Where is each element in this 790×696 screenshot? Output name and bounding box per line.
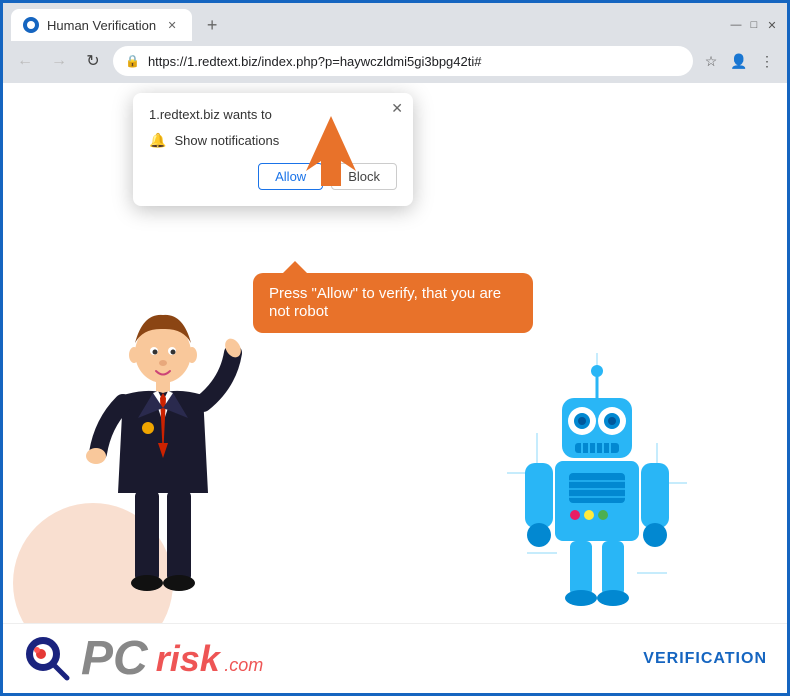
maximize-button[interactable]: □: [747, 18, 761, 32]
logo-pc-text: PC: [81, 635, 148, 683]
minimize-button[interactable]: —: [729, 18, 743, 32]
url-bar[interactable]: 🔒 https://1.redtext.biz/index.php?p=hayw…: [113, 46, 693, 76]
robot-svg: [507, 353, 687, 633]
browser-frame: Human Verification ✕ + — □ ✕ ← → ↻ 🔒 htt…: [3, 3, 787, 693]
lock-icon: 🔒: [125, 54, 140, 68]
url-text: https://1.redtext.biz/index.php?p=haywcz…: [148, 54, 681, 69]
profile-icon[interactable]: 👤: [727, 49, 751, 73]
forward-button[interactable]: →: [45, 47, 73, 75]
logo-risk-text: risk: [156, 638, 220, 679]
logo-risk-group: risk .com: [156, 641, 264, 677]
reload-button[interactable]: ↻: [79, 47, 107, 75]
close-window-button[interactable]: ✕: [765, 18, 779, 32]
tab-favicon: [23, 17, 39, 33]
bookmark-icon[interactable]: ☆: [699, 49, 723, 73]
person-illustration: [63, 293, 263, 613]
speech-bubble: Press "Allow" to verify, that you are no…: [253, 273, 533, 333]
speech-bubble-text: Press "Allow" to verify, that you are no…: [269, 285, 501, 320]
arrow-indicator: [291, 111, 371, 196]
pcrisk-logo: PC risk .com: [23, 634, 263, 684]
new-tab-button[interactable]: +: [198, 11, 226, 39]
menu-icon[interactable]: ⋮: [755, 49, 779, 73]
webpage: 1.redtext.biz wants to ✕ 🔔 Show notifica…: [3, 83, 787, 693]
notification-popup: 1.redtext.biz wants to ✕ 🔔 Show notifica…: [133, 93, 413, 206]
logo-magnifier-icon: [23, 634, 73, 684]
robot-illustration: [507, 353, 687, 613]
address-bar-actions: ☆ 👤 ⋮: [699, 49, 779, 73]
window-controls: — □ ✕: [729, 18, 779, 32]
back-button[interactable]: ←: [11, 47, 39, 75]
person-svg: [63, 293, 263, 633]
notification-label: Show notifications: [174, 133, 279, 148]
verification-label: VERIFICATION: [643, 650, 767, 668]
bell-icon: 🔔: [149, 132, 166, 149]
tab-title: Human Verification: [47, 18, 156, 33]
popup-close-button[interactable]: ✕: [391, 101, 403, 115]
tab-close-button[interactable]: ✕: [164, 17, 180, 33]
browser-tab[interactable]: Human Verification ✕: [11, 9, 192, 41]
footer: PC risk .com VERIFICATION: [3, 623, 787, 693]
title-bar: Human Verification ✕ + — □ ✕: [3, 3, 787, 41]
address-bar: ← → ↻ 🔒 https://1.redtext.biz/index.php?…: [3, 41, 787, 83]
logo-com-text: .com: [224, 655, 263, 675]
